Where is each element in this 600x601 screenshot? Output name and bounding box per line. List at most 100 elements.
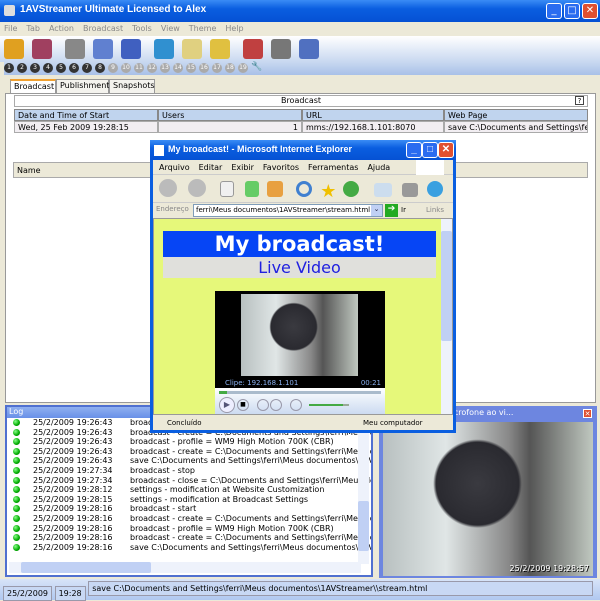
close-button[interactable]: ✕ (582, 3, 598, 19)
preset-11-button[interactable]: 11 (134, 63, 144, 73)
log-vscrollbar[interactable] (358, 419, 369, 564)
log-row: 25/2/2009 19:26:43 save C:\Documents and … (7, 456, 371, 466)
seek-bar[interactable] (219, 391, 381, 394)
stop-icon[interactable] (220, 181, 235, 197)
previous-button[interactable] (257, 399, 269, 411)
maximize-button[interactable]: □ (564, 3, 580, 19)
folder-upload-icon[interactable] (210, 39, 230, 59)
mail-icon[interactable] (373, 183, 392, 197)
print-icon[interactable] (402, 183, 419, 197)
go-arrow-icon[interactable]: ➔ (385, 204, 398, 217)
tab-snapshots[interactable]: Snapshots (109, 79, 155, 93)
preset-14-button[interactable]: 14 (173, 63, 183, 73)
ie-menu-arquivo[interactable]: Arquivo (159, 163, 190, 172)
menu-theme[interactable]: Theme (189, 24, 217, 33)
tools-icon[interactable] (32, 39, 52, 59)
status-message: save C:\Documents and Settings\ferri\Meu… (88, 581, 594, 596)
help-book-icon[interactable] (299, 39, 319, 59)
log-datetime: 25/2/2009 19:28:12 (33, 485, 113, 495)
col-url[interactable]: URL (302, 109, 444, 121)
cell-webpage: save C:\Documents and Settings\ferri\Meu… (444, 121, 588, 133)
history-icon[interactable] (342, 181, 359, 197)
ie-zone: Meu computador (363, 419, 423, 427)
help-button[interactable]: ? (575, 96, 584, 105)
internet-icon[interactable] (154, 39, 174, 59)
preset-1-button[interactable]: 1 (4, 63, 14, 73)
menu-tools[interactable]: Tools (132, 24, 152, 33)
status-bar: 25/2/2009 19:28 save C:\Documents and Se… (0, 579, 600, 601)
links-button[interactable]: Links (426, 206, 444, 214)
menu-tab[interactable]: Tab (26, 24, 40, 33)
preset-5-button[interactable]: 5 (56, 63, 66, 73)
wizard-icon[interactable] (4, 39, 24, 59)
clip-time: 00:21 (360, 379, 381, 387)
home-icon[interactable] (267, 181, 284, 197)
play-button[interactable]: ▶ (219, 397, 235, 413)
search-icon[interactable] (295, 181, 312, 197)
ie-menu-favoritos[interactable]: Favoritos (263, 163, 299, 172)
preset-13-button[interactable]: 13 (160, 63, 170, 73)
status-ok-icon (13, 476, 20, 484)
menu-action[interactable]: Action (49, 24, 74, 33)
tab-publishment[interactable]: Publishment (56, 79, 109, 93)
forward-icon[interactable] (187, 179, 206, 197)
preset-10-button[interactable]: 10 (121, 63, 131, 73)
volume-slider[interactable] (309, 404, 349, 406)
window-icon[interactable] (121, 39, 141, 59)
preset-9-button[interactable]: 9 (108, 63, 118, 73)
ie-menu-exibir[interactable]: Exibir (231, 163, 254, 172)
ie-vscrollbar[interactable] (441, 219, 452, 414)
skype-icon[interactable] (426, 181, 443, 197)
windows-icon[interactable] (93, 39, 113, 59)
keys-icon[interactable] (271, 39, 291, 59)
preset-12-button[interactable]: 12 (147, 63, 157, 73)
menu-file[interactable]: File (4, 24, 17, 33)
ie-menu-ajuda[interactable]: Ajuda (367, 163, 390, 172)
preset-8-button[interactable]: 8 (95, 63, 105, 73)
minimize-button[interactable]: _ (546, 3, 562, 19)
webcam-close-button[interactable]: ✕ (583, 409, 592, 418)
ie-close-button[interactable]: ✕ (438, 142, 454, 158)
go-button[interactable]: Ir (401, 206, 406, 214)
preset-17-button[interactable]: 17 (212, 63, 222, 73)
favorites-icon[interactable]: ★ (320, 181, 336, 202)
refresh-icon[interactable] (244, 181, 259, 197)
log-row: 25/2/2009 19:28:16 broadcast - create = C… (7, 514, 371, 524)
address-input[interactable]: ferri\Meus documentos\1AVStreamer\stream… (193, 204, 383, 217)
ie-menu-editar[interactable]: Editar (199, 163, 223, 172)
preset-15-button[interactable]: 15 (186, 63, 196, 73)
preset-19-button[interactable]: 19 (238, 63, 248, 73)
stop-button[interactable]: ■ (237, 399, 249, 411)
address-dropdown[interactable]: ⌄ (371, 205, 382, 216)
preset-3-button[interactable]: 3 (30, 63, 40, 73)
wrench-icon[interactable]: 🔧 (251, 62, 262, 72)
settings-cross-icon[interactable] (243, 39, 263, 59)
col-webpage[interactable]: Web Page (444, 109, 588, 121)
log-datetime: 25/2/2009 19:28:16 (33, 542, 113, 552)
preset-16-button[interactable]: 16 (199, 63, 209, 73)
tab-broadcast[interactable]: Broadcast (10, 79, 56, 93)
camera-icon[interactable] (65, 39, 85, 59)
preset-4-button[interactable]: 4 (43, 63, 53, 73)
next-button[interactable] (270, 399, 282, 411)
preset-18-button[interactable]: 18 (225, 63, 235, 73)
player-video (241, 294, 358, 376)
preset-7-button[interactable]: 7 (82, 63, 92, 73)
preset-2-button[interactable]: 2 (17, 63, 27, 73)
log-datetime: 25/2/2009 19:26:43 (33, 418, 113, 427)
col-users[interactable]: Users (158, 109, 302, 121)
log-message: broadcast - profile = WM9 High Motion 70… (130, 437, 334, 447)
menu-view[interactable]: View (161, 24, 180, 33)
preset-6-button[interactable]: 6 (69, 63, 79, 73)
menu-help[interactable]: Help (225, 24, 243, 33)
ie-menu-ferramentas[interactable]: Ferramentas (308, 163, 358, 172)
log-datetime: 25/2/2009 19:28:15 (33, 494, 113, 504)
log-hscrollbar[interactable] (9, 562, 361, 573)
col-date[interactable]: Date and Time of Start (14, 109, 158, 121)
ie-maximize-button[interactable]: □ (422, 142, 438, 158)
menu-broadcast[interactable]: Broadcast (83, 24, 123, 33)
back-icon[interactable] (159, 179, 177, 197)
ie-minimize-button[interactable]: _ (406, 142, 422, 158)
mute-button[interactable] (290, 399, 302, 411)
mail-icon[interactable] (182, 39, 202, 59)
